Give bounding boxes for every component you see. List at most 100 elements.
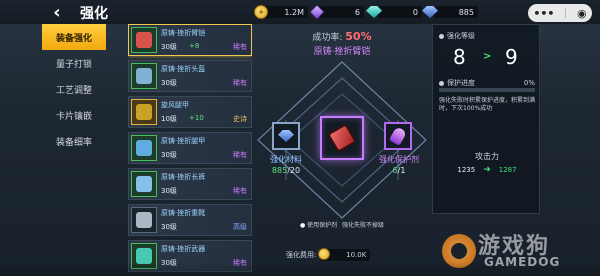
item-thumbnail: [131, 99, 157, 125]
side-nav: 装备强化 量子打锁 工艺调整 卡片镶嵌 装备细率: [42, 24, 106, 154]
protect-note: 强化失败时积累保护进度，积累到满时，下次100%成功: [439, 97, 536, 112]
currency-purple[interactable]: 6: [309, 4, 364, 20]
use-protect-text: 使用保护剂: [307, 222, 338, 229]
app-screen: ‹ 强化 + 1.2M 6 0 885 ••• ◉ 装备强化 量子打锁 工艺调整…: [0, 0, 600, 276]
top-bar: ‹ 强化 + 1.2M 6 0 885 ••• ◉: [0, 0, 600, 24]
material-slot[interactable]: [272, 122, 300, 150]
list-item[interactable]: 原铸·挫折长裤 30级 稀有: [128, 168, 252, 200]
protect-hint: ● 使用保护剂 强化失败不掉级: [256, 220, 428, 229]
item-level: 30级: [161, 187, 177, 195]
gold-coin-icon: +: [254, 5, 268, 19]
protect-progress-value: 0%: [523, 79, 535, 87]
target-close-icon[interactable]: ◉: [577, 8, 587, 19]
item-name: 原铸·挫折头盔: [161, 65, 206, 73]
item-level: 30级: [161, 79, 177, 87]
item-name: 原铸·挫折长裤: [161, 173, 206, 181]
list-item[interactable]: 原铸·挫折腿甲 30级 稀有: [128, 132, 252, 164]
divider: [565, 8, 567, 18]
material-have: 885: [271, 166, 288, 175]
item-name: 原铸·挫折腿甲: [161, 137, 206, 145]
success-rate: 成功率: 50%: [256, 30, 428, 43]
item-thumbnail: [131, 63, 157, 89]
protect-potion-icon: [388, 126, 408, 146]
cost-pill: 10.0K: [318, 248, 371, 261]
item-plus: +10: [189, 114, 204, 122]
currency-purple-value: 6: [354, 7, 360, 17]
enhance-diamond: 强化材料 885/20 强化保护剂 6/1: [256, 60, 428, 220]
bullet-icon: [439, 80, 444, 86]
arrow-right-icon: >: [483, 51, 492, 62]
currency-gold[interactable]: + 1.2M: [254, 4, 308, 20]
item-thumbnail: [131, 27, 157, 53]
enhance-area: 成功率: 50% 原铸·挫折臂铠 强化材料 885/20 强化保护剂 6/1 ●…: [256, 24, 428, 276]
item-thumbnail: [131, 135, 157, 161]
bottom-shade: [0, 262, 600, 276]
item-plus: +8: [189, 42, 200, 50]
item-rarity: 稀有: [233, 151, 247, 159]
nav-item-equip-enhance[interactable]: 装备强化: [42, 24, 106, 50]
item-level: 10级: [161, 115, 177, 123]
nav-item-card-inlay[interactable]: 卡片镶嵌: [42, 102, 106, 128]
attack-title: 攻击力: [475, 152, 499, 161]
leg-armor-icon: [136, 104, 152, 120]
item-level: 30级: [161, 43, 177, 51]
leg-armor-icon: [136, 140, 152, 156]
protect-progress-bar: [439, 88, 535, 92]
arrow-right-icon: ➜: [483, 165, 491, 175]
selected-item-title: 原铸·挫折臂铠: [313, 47, 371, 57]
item-name: 旋风腿甲: [161, 101, 189, 109]
currency-gold-value: 1.2M: [284, 7, 304, 17]
material-count: 885/20: [271, 166, 301, 175]
attack-change: 1235 ➜ 1287: [433, 165, 541, 175]
currency-blue[interactable]: 885: [422, 4, 478, 20]
enhance-cost: 强化费用: 10.0K: [286, 248, 371, 261]
list-item[interactable]: 原铸·挫折头盔 30级 稀有: [128, 60, 252, 92]
currency-teal[interactable]: 0: [366, 4, 422, 20]
protect-slot[interactable]: [384, 122, 412, 150]
boots-icon: [136, 212, 152, 228]
gauntlet-icon: [136, 32, 152, 48]
nav-item-craft-adjust[interactable]: 工艺调整: [42, 76, 106, 102]
more-dots-icon[interactable]: •••: [533, 8, 554, 19]
protect-progress-title: 保护进度: [447, 79, 475, 87]
protect-label: 强化保护剂: [379, 155, 419, 164]
item-name: 原铸·挫折重靴: [161, 209, 206, 217]
equipment-list[interactable]: 原铸·挫折臂铠 30级 +8 稀有 原铸·挫折头盔 30级 稀有 旋风腿甲 10…: [128, 24, 252, 276]
item-name: 原铸·挫折武器: [161, 245, 206, 253]
item-level: 30级: [161, 223, 177, 231]
list-item[interactable]: 原铸·挫折臂铠 30级 +8 稀有: [128, 24, 252, 56]
gold-coin-icon: [318, 248, 331, 260]
list-item[interactable]: 原铸·挫折重靴 30级 高级: [128, 204, 252, 236]
level-to: 9: [505, 45, 518, 69]
currency-blue-value: 885: [458, 7, 474, 17]
cost-label: 强化费用:: [286, 251, 317, 259]
target-equipment-slot[interactable]: [320, 116, 364, 160]
enhance-info-panel: 强化等级 8 > 9 保护进度 0% 强化失败时积累保护进度，积累到满时，下次1…: [432, 24, 540, 214]
attack-from: 1235: [457, 166, 476, 174]
protect-need: 1: [400, 166, 406, 175]
list-item[interactable]: 旋风腿甲 10级 +10 史诗: [128, 96, 252, 128]
nav-item-quantum-lock[interactable]: 量子打锁: [42, 50, 106, 76]
item-rarity: 史诗: [233, 115, 247, 123]
item-thumbnail: [131, 207, 157, 233]
item-thumbnail: [131, 171, 157, 197]
item-rarity: 稀有: [233, 187, 247, 195]
back-arrow-icon[interactable]: ‹: [46, 2, 68, 23]
page-title: 强化: [80, 6, 108, 22]
attack-to: 1287: [498, 166, 517, 174]
material-need: 20: [289, 166, 301, 175]
helmet-icon: [136, 68, 152, 84]
item-level: 30级: [161, 151, 177, 159]
nav-item-equip-detail[interactable]: 装备细率: [42, 128, 106, 154]
pants-icon: [136, 176, 152, 192]
level-title: 强化等级: [447, 32, 475, 40]
fail-note-text: 强化失败不掉级: [342, 222, 385, 229]
item-name: 原铸·挫折臂铠: [161, 29, 206, 37]
item-rarity: 高级: [233, 223, 247, 231]
bullet-icon: [439, 33, 444, 39]
warning-icon: ●: [299, 222, 306, 229]
cost-value: 10.0K: [346, 251, 367, 259]
success-rate-value: 50%: [345, 30, 372, 43]
blue-gem-icon: [278, 130, 294, 142]
item-rarity: 稀有: [233, 79, 247, 87]
